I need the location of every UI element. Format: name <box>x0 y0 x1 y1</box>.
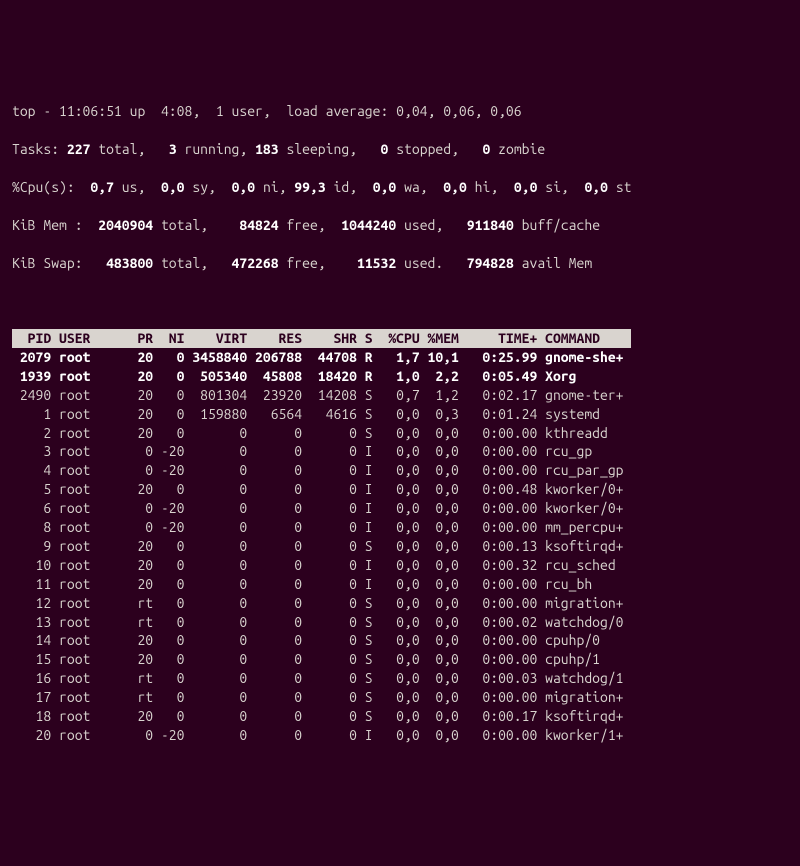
process-row: 13 root rt 0 0 0 0 S 0,0 0,0 0:00.02 wat… <box>12 613 788 632</box>
process-row: 17 root rt 0 0 0 0 S 0,0 0,0 0:00.00 mig… <box>12 688 788 707</box>
summary-line-uptime: top - 11:06:51 up 4:08, 1 user, load ave… <box>12 102 788 121</box>
process-row: 12 root rt 0 0 0 0 S 0,0 0,0 0:00.00 mig… <box>12 594 788 613</box>
process-row: 2 root 20 0 0 0 0 S 0,0 0,0 0:00.00 kthr… <box>12 424 788 443</box>
process-row: 11 root 20 0 0 0 0 I 0,0 0,0 0:00.00 rcu… <box>12 575 788 594</box>
process-list: 2079 root 20 0 3458840 206788 44708 R 1,… <box>12 348 788 745</box>
process-row: 2490 root 20 0 801304 23920 14208 S 0,7 … <box>12 386 788 405</box>
summary-line-swap: KiB Swap: 483800 total, 472268 free, 115… <box>12 254 788 273</box>
process-row: 14 root 20 0 0 0 0 S 0,0 0,0 0:00.00 cpu… <box>12 631 788 650</box>
process-row: 1939 root 20 0 505340 45808 18420 R 1,0 … <box>12 367 788 386</box>
process-row: 18 root 20 0 0 0 0 S 0,0 0,0 0:00.17 kso… <box>12 707 788 726</box>
summary-line-tasks: Tasks: 227 total, 3 running, 183 sleepin… <box>12 140 788 159</box>
process-row: 10 root 20 0 0 0 0 I 0,0 0,0 0:00.32 rcu… <box>12 556 788 575</box>
process-row: 4 root 0 -20 0 0 0 I 0,0 0,0 0:00.00 rcu… <box>12 461 788 480</box>
top-terminal[interactable]: top - 11:06:51 up 4:08, 1 user, load ave… <box>12 84 788 764</box>
process-row: 20 root 0 -20 0 0 0 I 0,0 0,0 0:00.00 kw… <box>12 726 788 745</box>
process-row: 2079 root 20 0 3458840 206788 44708 R 1,… <box>12 348 788 367</box>
process-row: 9 root 20 0 0 0 0 S 0,0 0,0 0:00.13 ksof… <box>12 537 788 556</box>
blank-line <box>12 291 788 310</box>
process-row: 15 root 20 0 0 0 0 S 0,0 0,0 0:00.00 cpu… <box>12 650 788 669</box>
process-row: 1 root 20 0 159880 6564 4616 S 0,0 0,3 0… <box>12 405 788 424</box>
process-row: 5 root 20 0 0 0 0 I 0,0 0,0 0:00.48 kwor… <box>12 480 788 499</box>
summary-line-mem: KiB Mem : 2040904 total, 84824 free, 104… <box>12 216 788 235</box>
summary-line-cpu: %Cpu(s): 0,7 us, 0,0 sy, 0,0 ni, 99,3 id… <box>12 178 788 197</box>
process-row: 8 root 0 -20 0 0 0 I 0,0 0,0 0:00.00 mm_… <box>12 518 788 537</box>
process-row: 16 root rt 0 0 0 0 S 0,0 0,0 0:00.03 wat… <box>12 669 788 688</box>
column-header: PID USER PR NI VIRT RES SHR S %CPU %MEM … <box>12 329 631 348</box>
process-row: 3 root 0 -20 0 0 0 I 0,0 0,0 0:00.00 rcu… <box>12 442 788 461</box>
process-row: 6 root 0 -20 0 0 0 I 0,0 0,0 0:00.00 kwo… <box>12 499 788 518</box>
